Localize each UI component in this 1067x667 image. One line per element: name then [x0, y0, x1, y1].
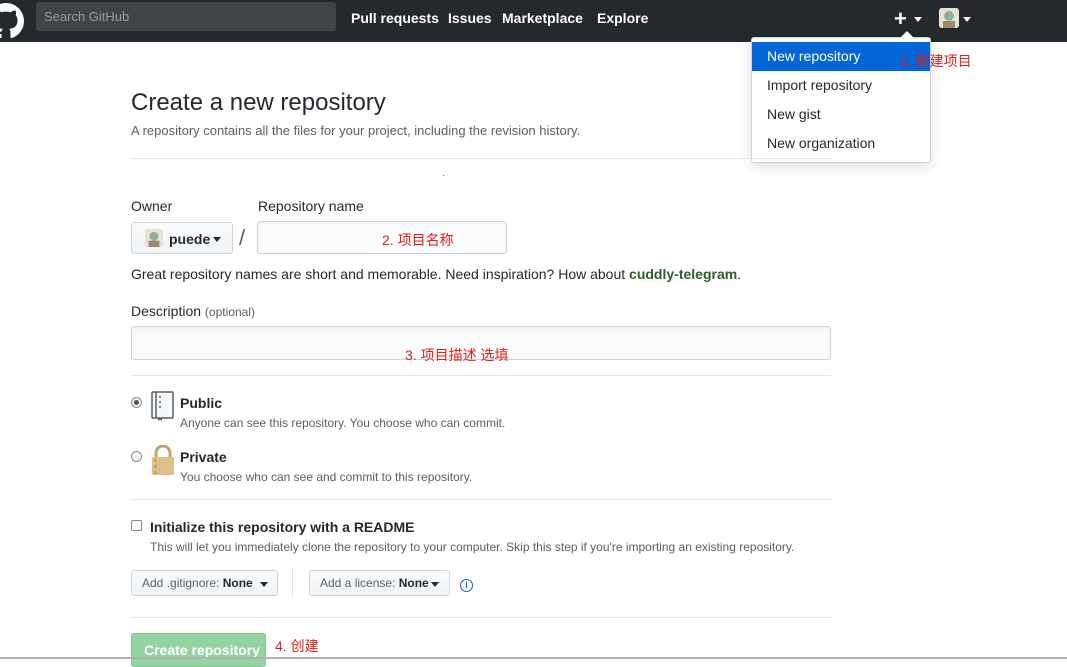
annotation-step-3: 3. 项目描述 选填 — [405, 347, 509, 363]
readme-checkbox[interactable] — [131, 520, 142, 531]
license-label: Add a license: — [320, 576, 396, 590]
private-radio[interactable] — [131, 451, 142, 462]
owner-select-button[interactable]: puede — [131, 222, 233, 254]
divider — [131, 499, 831, 500]
chevron-down-icon — [431, 582, 439, 587]
divider — [131, 617, 831, 618]
owner-avatar-icon — [145, 229, 163, 247]
gitignore-select[interactable]: Add .gitignore: None — [131, 570, 278, 596]
info-icon[interactable]: i — [460, 579, 473, 592]
search-input[interactable] — [36, 2, 336, 31]
owner-label: Owner — [131, 198, 173, 214]
nav-pull-requests[interactable]: Pull requests — [351, 10, 439, 26]
annotation-step-4: 4. 创建 — [275, 638, 319, 654]
public-desc: Anyone can see this repository. You choo… — [180, 416, 506, 430]
chevron-down-icon — [260, 582, 268, 587]
page-subtitle: A repository contains all the files for … — [131, 123, 581, 138]
chevron-down-icon — [213, 237, 221, 242]
optional-tag: (optional) — [204, 305, 255, 319]
gitignore-label: Add .gitignore: — [142, 576, 220, 590]
divider — [131, 375, 831, 376]
owner-repo-separator: / — [239, 225, 246, 250]
menu-item-new-organization[interactable]: New organization — [752, 129, 930, 158]
hint-suffix: . — [737, 266, 742, 282]
hint-text: Great repository names are short and mem… — [131, 266, 630, 282]
gitignore-value: None — [222, 576, 253, 590]
user-avatar[interactable] — [939, 8, 959, 28]
github-logo-icon[interactable] — [0, 3, 24, 39]
nav-marketplace[interactable]: Marketplace — [502, 10, 583, 26]
avatar-image-icon — [939, 8, 959, 28]
license-value: None — [398, 576, 429, 590]
repo-book-icon — [151, 391, 174, 421]
menu-item-new-gist[interactable]: New gist — [752, 100, 930, 129]
license-select[interactable]: Add a license: None — [309, 570, 450, 596]
annotation-dot: · — [442, 170, 446, 181]
chevron-down-icon[interactable] — [914, 17, 922, 22]
create-new-plus-icon[interactable]: + — [894, 6, 907, 32]
nav-issues[interactable]: Issues — [448, 10, 492, 26]
suggested-name-link[interactable]: cuddly-telegram — [629, 266, 737, 282]
repo-name-label: Repository name — [258, 198, 364, 214]
private-desc: You choose who can see and commit to thi… — [180, 470, 473, 484]
annotation-step-2: 2. 项目名称 — [382, 232, 454, 248]
public-radio[interactable] — [131, 397, 142, 408]
private-title: Private — [180, 449, 227, 465]
page-title: Create a new repository — [131, 89, 386, 116]
avatar-chevron-down-icon[interactable] — [963, 17, 971, 22]
annotation-step-1: 1. 新建项目 — [900, 53, 972, 69]
select-separator — [292, 568, 293, 596]
menu-item-import-repository[interactable]: Import repository — [752, 71, 930, 100]
name-hint: Great repository names are short and mem… — [131, 266, 741, 282]
public-title: Public — [180, 395, 223, 411]
owner-name: puede — [169, 231, 211, 247]
readme-title: Initialize this repository with a README — [150, 519, 415, 535]
description-label: Description (optional) — [131, 303, 255, 319]
create-repository-button[interactable]: Create repository — [131, 633, 266, 667]
description-label-text: Description — [131, 303, 202, 319]
divider — [131, 158, 831, 159]
lock-icon — [152, 445, 174, 475]
nav-explore[interactable]: Explore — [597, 10, 648, 26]
readme-desc: This will let you immediately clone the … — [150, 540, 795, 554]
